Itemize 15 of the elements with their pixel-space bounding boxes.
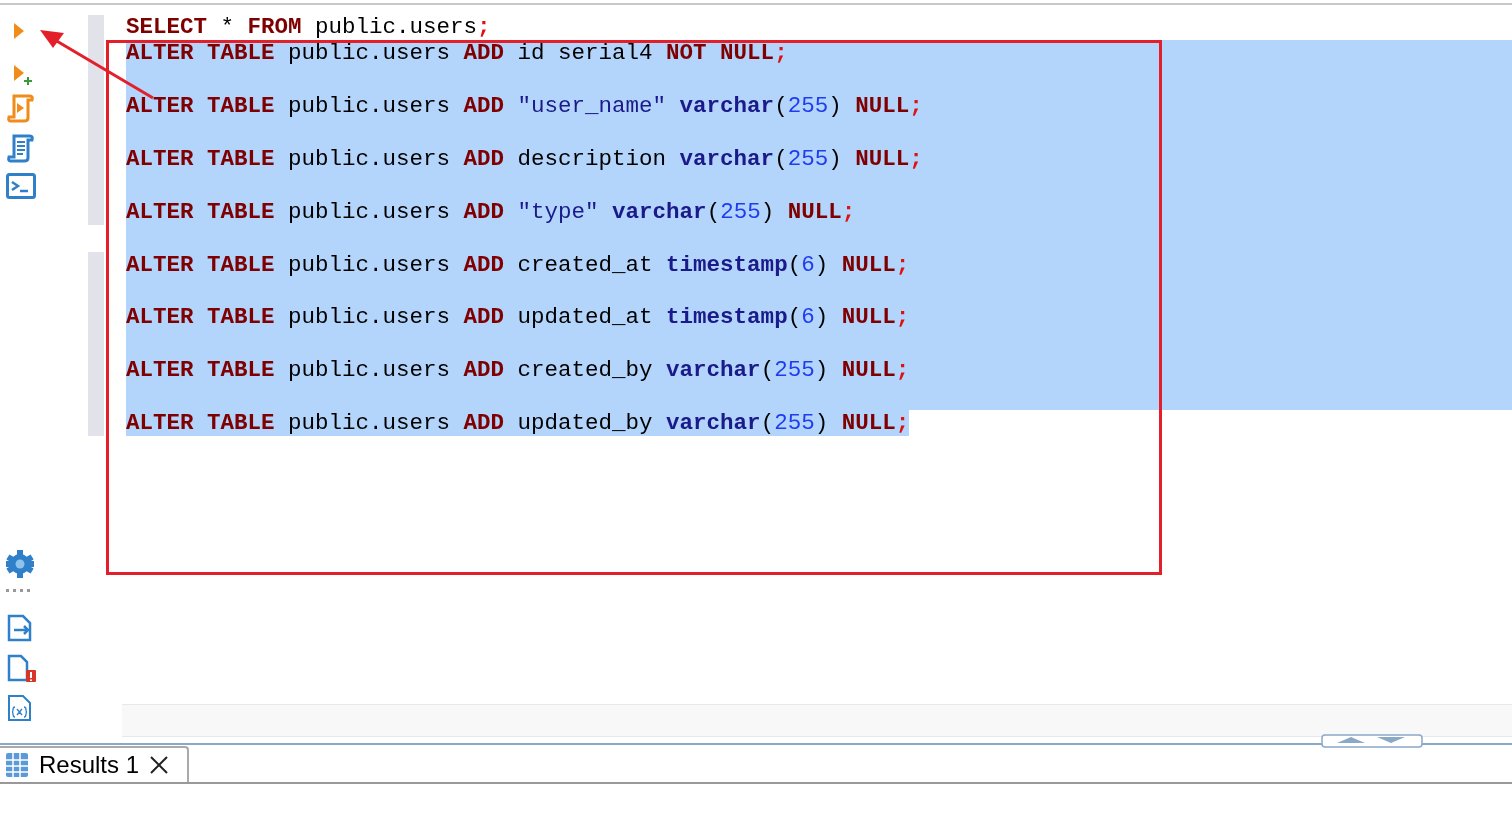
tab-label: Results 1 (39, 750, 140, 780)
close-icon[interactable] (149, 755, 170, 775)
file-error-icon[interactable] (6, 653, 36, 683)
script-icon[interactable] (6, 133, 34, 163)
run-add-icon[interactable] (12, 63, 34, 87)
code-line: SELECT * FROM public.users; (126, 14, 491, 41)
settings-icon[interactable] (5, 549, 35, 579)
panel-toggle-icon[interactable] (1321, 734, 1423, 748)
grid-icon (5, 752, 29, 778)
results-tab[interactable]: Results 1 (0, 746, 189, 782)
export-file-icon[interactable] (6, 613, 34, 643)
terminal-icon[interactable] (6, 173, 36, 199)
script-run-icon[interactable] (6, 93, 34, 123)
run-icon[interactable] (12, 21, 26, 41)
file-variable-icon[interactable] (6, 693, 34, 723)
